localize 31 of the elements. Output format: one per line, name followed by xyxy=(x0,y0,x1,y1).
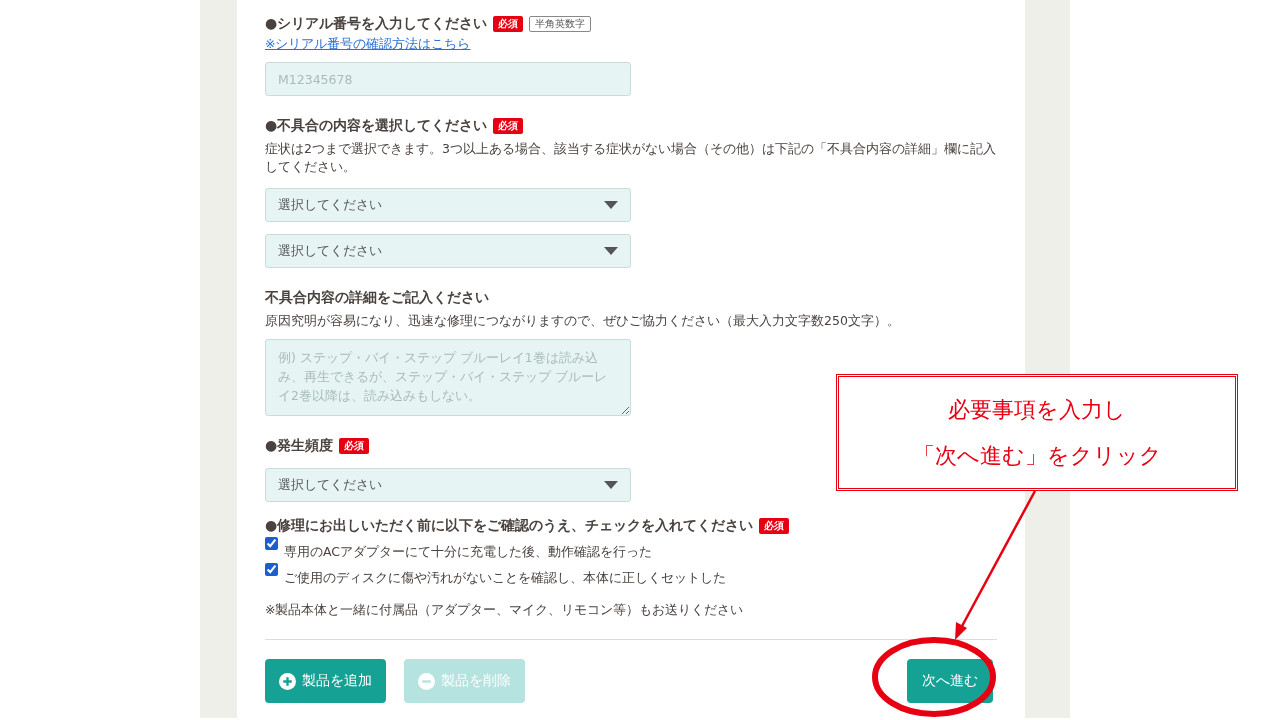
minus-icon xyxy=(418,672,435,690)
help-link[interactable]: ※シリアル番号の確認方法はこちら xyxy=(265,36,471,53)
field-label: ●シリアル番号を入力してください xyxy=(265,15,488,33)
format-badge: 半角英数字 xyxy=(529,16,592,32)
required-badge: 必須 xyxy=(493,118,524,134)
callout-text: 「次へ進む」をクリック xyxy=(912,441,1162,470)
next-button[interactable]: 次へ進む xyxy=(907,659,993,703)
dropdown[interactable]: 選択してください xyxy=(265,188,631,222)
checkbox[interactable] xyxy=(265,537,278,550)
caret-icon xyxy=(604,481,618,489)
checkbox-label: ご使用のディスクに傷や汚れがないことを確認し、本体に正しくセットした xyxy=(284,570,726,587)
field-label: ●発生頻度 xyxy=(265,437,334,455)
dropdown[interactable]: 選択してください xyxy=(265,468,631,502)
checkbox[interactable] xyxy=(265,563,278,576)
caret-icon xyxy=(604,247,618,255)
checkbox-label: 専用のACアダプターにて十分に充電した後、動作確認を行った xyxy=(284,544,653,561)
caret-icon xyxy=(604,201,618,209)
required-badge: 必須 xyxy=(339,438,370,454)
serial-input-field[interactable]: M12345678 xyxy=(265,62,631,96)
add-product-button[interactable]: 製品を追加 xyxy=(265,659,386,703)
required-badge: 必須 xyxy=(493,16,524,32)
field-description: 症状は2つまで選択できます。3つ以上ある場合、該当する症状がない場合（その他）は下記の「不具合内容の詳細」欄に記入してください。 xyxy=(265,140,997,176)
callout-text: 必要事項を入力し xyxy=(948,395,1126,424)
dropdown[interactable]: 選択してください xyxy=(265,234,631,268)
note-text: ※製品本体と一緒に付属品（アダプター、マイク、リモコン等）もお送りください xyxy=(265,602,745,619)
field-label: ●修理にお出しいただく前に以下をご確認のうえ、チェックを入れてください xyxy=(265,517,754,535)
field-label: 不具合内容の詳細をご記入ください xyxy=(265,289,489,307)
field-description: 原因究明が容易になり、迅速な修理につながりますので、ぜひご協力ください（最大入力文字数250文字）。 xyxy=(265,312,901,330)
plus-icon xyxy=(279,672,296,690)
field-label: ●不具合の内容を選択してください xyxy=(265,117,488,135)
required-badge: 必須 xyxy=(759,518,790,534)
